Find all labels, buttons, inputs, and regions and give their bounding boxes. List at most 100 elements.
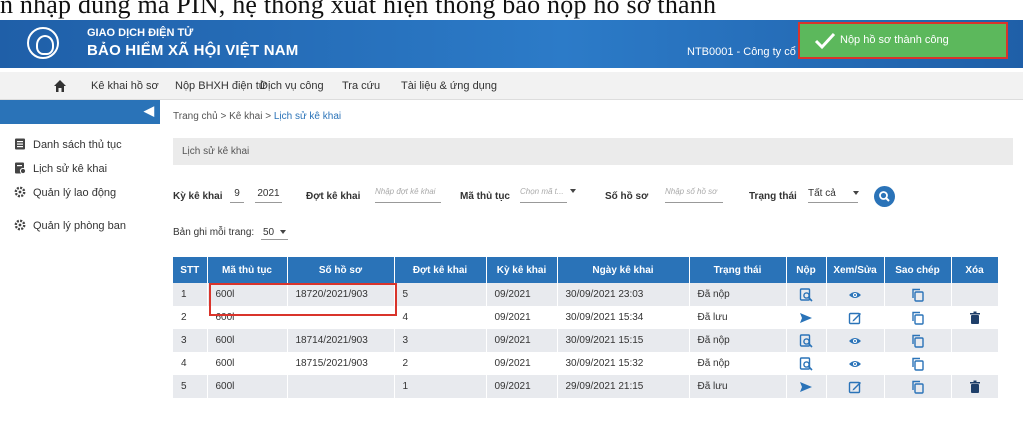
main-nav: Kê khai hồ sơ Nộp BHXH điện tử Dịch vụ c…: [0, 72, 1023, 100]
col-xoa: Xóa: [951, 257, 999, 283]
history-table: STT Mã thủ tục Số hồ sơ Đợt kê khai Kỳ k…: [173, 257, 999, 398]
per-page: Bản ghi mỗi trang: 50: [173, 227, 289, 240]
nav-nop-bhxh[interactable]: Nộp BHXH điện tử: [175, 80, 266, 92]
filter-bar: Kỳ kê khai 9 2021 Đợt kê khai Nhập đợt k…: [173, 180, 1015, 210]
gear-icon: [14, 219, 26, 231]
history-icon: [15, 162, 26, 174]
copy-button[interactable]: [884, 352, 952, 375]
sidebar-item-quan-ly-lao-dong[interactable]: Quản lý lao động: [14, 186, 116, 202]
sidebar-item-quan-ly-phong-ban[interactable]: Quản lý phòng ban: [14, 219, 126, 235]
ma-thu-tuc-select[interactable]: Chọn mã t...: [520, 187, 576, 203]
cell-dot-ke-khai: 4: [394, 306, 487, 329]
cell-ma-thu-tuc: 600l: [207, 329, 288, 352]
edit-icon: [848, 312, 862, 324]
highlight-box: [209, 283, 397, 316]
cell-ngay-ke-khai: 29/09/2021 21:15: [557, 375, 690, 398]
cell-dot-ke-khai: 2: [394, 352, 487, 375]
chevron-down-icon: [280, 230, 287, 234]
sidebar-item-lich-su-ke-khai[interactable]: Lịch sử kê khai: [14, 162, 107, 178]
collapse-left-icon: ◀: [144, 103, 154, 118]
breadcrumb-parent[interactable]: Kê khai: [229, 111, 262, 122]
cell-so-ho-so: 18715/2021/903: [287, 352, 395, 375]
cell-so-ho-so: [287, 375, 395, 398]
cell-trang-thai: Đã nộp: [689, 329, 787, 352]
view-edit-button[interactable]: [826, 283, 885, 306]
cell-ky-ke-khai: 09/2021: [486, 283, 558, 306]
col-nop: Nộp: [786, 257, 827, 283]
cell-dot-ke-khai: 1: [394, 375, 487, 398]
per-page-value: 50: [262, 227, 275, 238]
caption-text: n nhập đúng mã PIN, hệ thống xuất hiện t…: [0, 0, 1023, 20]
breadcrumb-separator: >: [220, 111, 227, 122]
breadcrumb-current: Lịch sử kê khai: [273, 111, 342, 122]
breadcrumb-home[interactable]: Trang chủ: [173, 111, 218, 122]
cell-stt: 2: [173, 306, 208, 329]
trash-icon: [968, 380, 982, 393]
send-icon: [799, 312, 813, 323]
trash-icon: [968, 311, 982, 324]
cell-dot-ke-khai: 5: [394, 283, 487, 306]
copy-button[interactable]: [884, 329, 952, 352]
col-so-ho-so: Số hồ sơ: [287, 257, 395, 283]
nav-dich-vu-cong[interactable]: Dịch vụ công: [260, 80, 324, 92]
view-edit-button[interactable]: [826, 375, 885, 398]
ky-year-input[interactable]: 2021: [255, 187, 282, 203]
col-ngay-ke-khai: Ngày kê khai: [557, 257, 690, 283]
ky-month-input[interactable]: 9: [230, 187, 244, 203]
copy-button[interactable]: [884, 283, 952, 306]
copy-button[interactable]: [884, 375, 952, 398]
submit-action-button[interactable]: [786, 306, 827, 329]
submit-action-button[interactable]: [786, 375, 827, 398]
sidebar-item-danh-sach-thu-tuc[interactable]: Danh sách thủ tục: [14, 138, 122, 154]
per-page-select[interactable]: 50: [260, 227, 289, 240]
copy-icon: [911, 380, 925, 394]
page-title-bar: Lịch sử kê khai: [173, 138, 1013, 165]
submit-action-button[interactable]: [786, 352, 827, 375]
col-ma-thu-tuc: Mã thủ tục: [207, 257, 288, 283]
delete-cell-empty: [951, 329, 999, 352]
sidebar-item-label: Quản lý phòng ban: [33, 220, 126, 232]
nav-ke-khai-ho-so[interactable]: Kê khai hồ sơ: [91, 80, 159, 92]
delete-cell-empty: [951, 283, 999, 306]
submit-action-button[interactable]: [786, 329, 827, 352]
col-xem-sua: Xem/Sửa: [826, 257, 885, 283]
col-trang-thai: Trạng thái: [689, 257, 787, 283]
nav-tra-cuu[interactable]: Tra cứu: [342, 80, 380, 92]
ma-thu-tuc-label: Mã thủ tục: [460, 191, 510, 202]
delete-button[interactable]: [951, 306, 999, 329]
view-edit-button[interactable]: [826, 306, 885, 329]
so-ho-so-input[interactable]: Nhập số hồ sơ: [665, 187, 723, 203]
breadcrumb: Trang chủ > Kê khai > Lịch sử kê khai: [173, 111, 341, 122]
chevron-down-icon: [852, 191, 859, 195]
dot-ke-khai-input[interactable]: Nhập đợt kê khai: [375, 187, 441, 203]
ky-ke-khai-label: Kỳ kê khai: [173, 191, 223, 202]
delete-button[interactable]: [951, 375, 999, 398]
eye-icon: [848, 358, 862, 369]
copy-icon: [911, 357, 925, 371]
view-edit-button[interactable]: [826, 352, 885, 375]
cell-trang-thai: Đã lưu: [689, 306, 787, 329]
view-edit-button[interactable]: [826, 329, 885, 352]
copy-button[interactable]: [884, 306, 952, 329]
so-ho-so-label: Số hồ sơ: [605, 191, 649, 202]
table-row: 3 600l 18714/2021/903 3 09/2021 30/09/2021 15…: [173, 329, 999, 352]
cell-trang-thai: Đã nộp: [689, 283, 787, 306]
receipt-search-icon: [799, 287, 813, 302]
submit-action-button[interactable]: [786, 283, 827, 306]
cell-stt: 5: [173, 375, 208, 398]
user-name[interactable]: NTB0001 - Công ty cổ ph: [687, 46, 811, 58]
sidebar-collapse-button[interactable]: ◀: [0, 100, 160, 124]
check-icon: [814, 32, 836, 50]
trang-thai-label: Trạng thái: [749, 191, 797, 202]
sidebar-item-label: Lịch sử kê khai: [33, 163, 108, 175]
list-icon: [15, 138, 25, 150]
trang-thai-select[interactable]: Tất cả: [808, 187, 859, 203]
success-toast: Nộp hồ sơ thành công: [798, 22, 1008, 59]
cell-stt: 4: [173, 352, 208, 375]
trang-thai-value: Tất cả: [808, 188, 836, 199]
search-button[interactable]: [874, 186, 895, 207]
nav-tai-lieu[interactable]: Tài liệu & ứng dụng: [401, 80, 497, 92]
toast-message: Nộp hồ sơ thành công: [840, 34, 949, 46]
cell-ma-thu-tuc: 600l: [207, 375, 288, 398]
search-icon: [879, 191, 890, 202]
